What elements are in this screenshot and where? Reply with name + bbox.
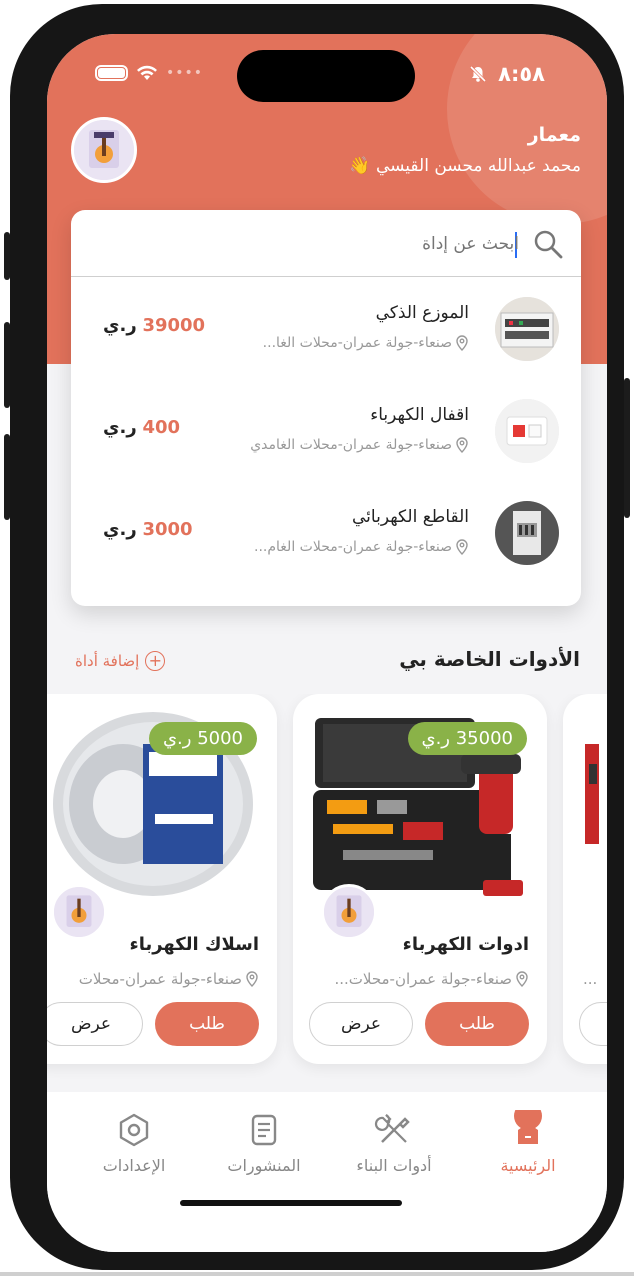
- search-bar: [71, 210, 581, 277]
- search-result-item[interactable]: الموزع الذكي صنعاء-جولة عمران-محلات الغا…: [71, 277, 581, 379]
- bottom-divider: [0, 1272, 634, 1276]
- battery-icon: [95, 65, 128, 81]
- result-price: 39000 ر.ي: [103, 315, 205, 336]
- owner-avatar: [321, 884, 377, 940]
- result-price: 3000 ر.ي: [103, 519, 193, 540]
- search-result-item[interactable]: القاطع الكهربائي صنعاء-جولة عمران-محلات …: [71, 481, 581, 583]
- result-location-text: صنعاء-جولة عمران-محلات الغامدي: [250, 437, 452, 453]
- tab-label: الإعدادات: [102, 1156, 166, 1175]
- result-thumbnail: [495, 399, 559, 463]
- price-tag: 35000 ر.ي: [407, 722, 527, 755]
- result-location: صنعاء-جولة عمران-محلات الغامدي: [250, 437, 469, 453]
- product-title: ادوات الكهرباء: [402, 934, 529, 955]
- tab-label: أدوات البناء: [356, 1156, 432, 1175]
- add-tool-label: إضافة أداة: [75, 652, 140, 670]
- product-location-text: صنعاء-جولة عمران-محلات...: [334, 970, 512, 988]
- status-time-text: ٨:٥٨: [498, 62, 545, 86]
- result-location-text: صنعاء-جولة عمران-محلات الغا...: [262, 335, 452, 351]
- owner-avatar: [51, 884, 107, 940]
- signal-dots-icon: ••••: [166, 65, 204, 81]
- plus-icon: +: [145, 651, 166, 671]
- bottom-tab-bar: الرئيسية أدوات البناء المنشورات الإعدادا…: [47, 1092, 607, 1252]
- product-card[interactable]: 35000 ر.ي ادوات الكهرباء صنعاء-جولة عمرا…: [293, 694, 547, 1064]
- price-value: 3000: [142, 519, 193, 540]
- location-pin-icon: [456, 335, 468, 351]
- wifi-icon: [137, 65, 157, 80]
- order-button[interactable]: طلب: [425, 1002, 529, 1046]
- phone-volume-up: [4, 322, 10, 408]
- user-name: محمد عبدالله محسن القيسي 👋: [349, 156, 581, 176]
- user-role: معمار: [527, 124, 581, 146]
- result-location: صنعاء-جولة عمران-محلات الغام...: [254, 539, 469, 555]
- home-icon: [514, 1110, 542, 1144]
- view-button[interactable]: عرض: [309, 1002, 413, 1046]
- result-title: اقفال الكهرباء: [370, 405, 469, 425]
- product-image: [585, 744, 599, 844]
- tab-home[interactable]: الرئيسية: [463, 1110, 593, 1175]
- app-screen: •••• ٨:٥٨ معمار محمد عبدالله محسن القيسي…: [47, 34, 607, 1252]
- view-button[interactable]: عرض: [47, 1002, 143, 1046]
- result-thumbnail: [495, 501, 559, 565]
- order-button[interactable]: طلب: [155, 1002, 259, 1046]
- result-thumbnail: [495, 297, 559, 361]
- view-button[interactable]: [579, 1002, 607, 1046]
- tab-posts[interactable]: المنشورات: [199, 1110, 329, 1175]
- price-currency: ر.ي: [103, 417, 137, 438]
- location-pin-icon: [516, 971, 528, 987]
- user-avatar[interactable]: [71, 117, 137, 183]
- result-title: الموزع الذكي: [375, 303, 469, 323]
- product-location: ...: [583, 970, 597, 988]
- tab-label: المنشورات: [227, 1156, 301, 1175]
- status-time: ٨:٥٨: [469, 62, 545, 86]
- search-icon[interactable]: [533, 229, 563, 259]
- tab-building-tools[interactable]: أدوات البناء: [329, 1110, 459, 1175]
- add-tool-button[interactable]: + إضافة أداة: [75, 651, 166, 671]
- result-title: القاطع الكهربائي: [352, 507, 469, 527]
- location-pin-icon: [456, 437, 468, 453]
- dynamic-island: [237, 50, 415, 102]
- product-title: اسلاك الكهرباء: [129, 934, 260, 955]
- price-currency: ر.ي: [103, 315, 137, 336]
- mute-bell-icon: [469, 65, 486, 83]
- result-location: صنعاء-جولة عمران-محلات الغا...: [263, 335, 469, 351]
- result-price: 400 ر.ي: [103, 417, 180, 438]
- section-title: الأدوات الخاصة بي: [399, 647, 580, 671]
- phone-side-button: [4, 232, 10, 280]
- phone-power-button: [624, 378, 630, 518]
- price-tag: 5000 ر.ي: [148, 722, 257, 755]
- product-location-text: صنعاء-جولة عمران-محلات: [78, 970, 242, 988]
- products-carousel[interactable]: 35000 ر.ي ادوات الكهرباء صنعاء-جولة عمرا…: [47, 694, 607, 1094]
- product-location-text: ...: [583, 970, 598, 988]
- home-indicator[interactable]: [180, 1200, 402, 1206]
- location-pin-icon: [456, 539, 468, 555]
- search-result-item[interactable]: اقفال الكهرباء صنعاء-جولة عمران-محلات ال…: [71, 379, 581, 481]
- product-location: صنعاء-جولة عمران-محلات...: [334, 970, 529, 988]
- status-icons: ••••: [95, 65, 203, 81]
- product-card[interactable]: ...: [563, 694, 607, 1064]
- tab-label: الرئيسية: [500, 1156, 556, 1175]
- phone-frame: •••• ٨:٥٨ معمار محمد عبدالله محسن القيسي…: [4, 4, 630, 1270]
- location-pin-icon: [246, 971, 258, 987]
- tab-settings[interactable]: الإعدادات: [69, 1110, 199, 1175]
- product-location: صنعاء-جولة عمران-محلات: [79, 970, 259, 988]
- result-location-text: صنعاء-جولة عمران-محلات الغام...: [254, 539, 452, 555]
- price-value: 39000: [142, 315, 206, 336]
- settings-icon: [119, 1113, 149, 1147]
- price-currency: ر.ي: [103, 519, 137, 540]
- search-input[interactable]: [119, 228, 519, 260]
- product-card[interactable]: 5000 ر.ي اسلاك الكهرباء صنعاء-جولة عمران…: [47, 694, 277, 1064]
- search-card: الموزع الذكي صنعاء-جولة عمران-محلات الغا…: [71, 210, 581, 606]
- phone-volume-down: [4, 434, 10, 520]
- posts-icon: [251, 1114, 277, 1146]
- price-value: 400: [142, 417, 181, 438]
- tools-icon: [374, 1114, 410, 1143]
